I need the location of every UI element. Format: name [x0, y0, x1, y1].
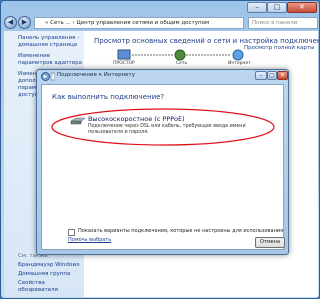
sidebar-link-homegroup[interactable]: Домашняя группа: [18, 271, 83, 278]
sidebar-item-adapter[interactable]: Изменение параметров адаптера: [18, 53, 83, 67]
modem-icon: [70, 117, 86, 125]
option-title: Высокоскоростное (с PPPoE): [88, 115, 185, 123]
internet-globe-icon: [232, 49, 244, 61]
forward-button[interactable]: ▶: [18, 16, 31, 29]
address-row: ◀ ▶ « Сеть ... › Центр управления сетями…: [4, 16, 318, 36]
search-input[interactable]: Поиск в панели управления: [248, 17, 318, 36]
cancel-button[interactable]: Отмена: [255, 237, 285, 248]
dialog-title-bar: Подключение к Интернету – □ ✕: [37, 70, 288, 83]
connect-internet-dialog: Подключение к Интернету – □ ✕ Как выполн…: [36, 69, 289, 255]
option-description: Подключение через DSL или кабель, требую…: [88, 124, 246, 135]
dialog-maximize-button[interactable]: □: [267, 71, 277, 80]
network-map: [117, 49, 244, 61]
dialog-heading: Как выполнить подключение?: [52, 93, 165, 101]
dialog-close-button[interactable]: ✕: [277, 71, 288, 80]
net-label-computer: ПРОСТОР: [113, 61, 135, 66]
control-panel-window: – □ ✕ ◀ ▶ « Сеть ... › Центр управления …: [0, 0, 320, 299]
close-button[interactable]: ✕: [287, 2, 317, 13]
net-label-internet: Интернет: [228, 61, 251, 66]
maximize-button[interactable]: □: [267, 2, 287, 13]
show-unconfigured-checkbox[interactable]: [68, 229, 75, 236]
dialog-back-arrow-icon[interactable]: [41, 72, 55, 81]
dialog-body: Как выполнить подключение? Высокоскорост…: [41, 84, 284, 250]
sidebar-item-home[interactable]: Панель управления - домашняя страница: [18, 35, 83, 49]
net-label-network: Сеть: [176, 61, 188, 66]
pppoe-option[interactable]: Высокоскоростное (с PPPoE) Подключение ч…: [50, 107, 276, 146]
computer-icon: [117, 49, 131, 60]
address-bar[interactable]: « Сеть ... › Центр управления сетями и о…: [34, 17, 244, 29]
dialog-minimize-button[interactable]: –: [255, 71, 267, 80]
network-icon: [174, 49, 186, 61]
title-bar: – □ ✕: [1, 1, 320, 15]
help-choose-link[interactable]: Помочь выбрать: [68, 237, 111, 243]
sidebar-link-browser-options[interactable]: Свойства обозревателя: [18, 280, 83, 294]
dialog-title: Подключение к Интернету: [57, 72, 136, 78]
minimize-button[interactable]: –: [247, 2, 267, 13]
address-text: « Сеть ... › Центр управления сетями и о…: [45, 20, 210, 26]
page-title: Просмотр основных сведений о сети и наст…: [94, 37, 320, 45]
sidebar-link-firewall[interactable]: Брандмауэр Windows: [18, 262, 83, 269]
checkbox-label: Показать варианты подключения, которые н…: [78, 228, 284, 234]
back-button[interactable]: ◀: [4, 16, 17, 29]
